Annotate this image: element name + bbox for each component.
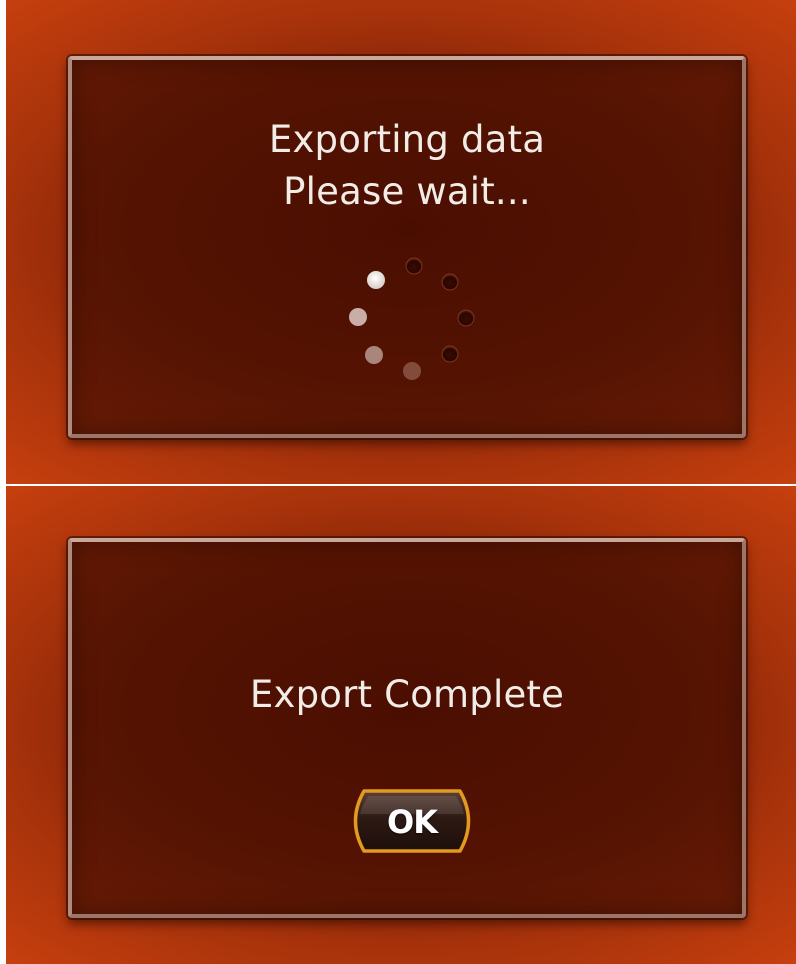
spinner-dot-active [349,271,421,380]
ok-button[interactable]: OK [344,788,480,854]
exporting-title: Exporting data [268,118,546,161]
please-wait-text: Please wait... [283,170,531,213]
exporting-dialog: Exporting data Please wait... [68,56,746,438]
export-complete-text: Export Complete [249,673,565,716]
ok-button-label: OK [387,803,438,841]
exporting-screen: Exporting data Please wait... [6,0,796,484]
export-complete-screen: Export Complete OK [6,486,796,964]
loading-spinner-icon [349,257,475,380]
export-complete-dialog: Export Complete OK [68,538,746,918]
spinner-dot-inactive [405,257,475,363]
